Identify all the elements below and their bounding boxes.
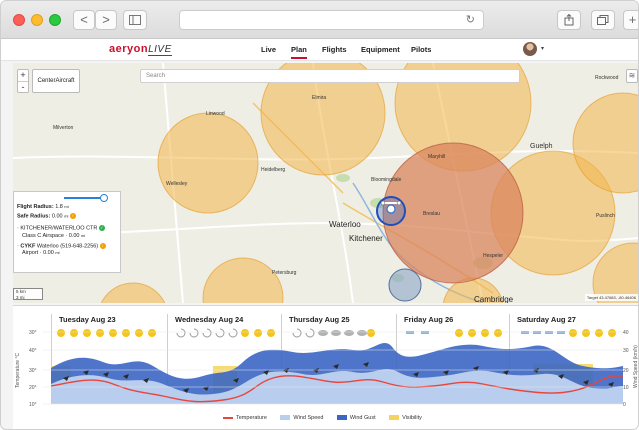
nav-equipment[interactable]: Equipment	[361, 45, 400, 54]
legend-item[interactable]: Wind Gust	[336, 415, 376, 421]
legend-item[interactable]: Temperature	[223, 415, 267, 421]
new-tab-button[interactable]: +	[623, 10, 638, 30]
zoom-control: + -	[17, 69, 29, 93]
legend-item[interactable]: Wind Speed	[280, 415, 323, 421]
map-label-milverton: Milverton	[53, 125, 74, 131]
map-label-kitchener: Kitchener	[349, 234, 383, 243]
legend-wind-gust: Wind Gust	[349, 415, 376, 421]
address-bar[interactable]: ↻	[179, 10, 484, 30]
share-icon	[564, 13, 574, 26]
map-label-waterloo: Waterloo	[329, 220, 361, 229]
airspace2-name: Waterloo (519-648-2256)	[36, 243, 99, 250]
safe-radius-label: Safe Radius:	[17, 213, 51, 220]
weather-forecast-panel: Tuesday Aug 23 Wednesday Aug 24 Thursday…	[13, 305, 638, 429]
check-icon: ✓	[98, 225, 105, 232]
nav-plan[interactable]: Plan	[291, 45, 307, 59]
flight-radius-slider-handle[interactable]	[100, 194, 108, 202]
app-navbar: aeryonLIVE Live Plan Flights Equipment P…	[1, 39, 638, 61]
browser-titlebar: < > ↻ +	[1, 1, 638, 39]
map-label-rockwood: Rockwood	[595, 75, 619, 81]
nav-pilots[interactable]: Pilots	[411, 45, 431, 54]
scale-mi: 3 mi	[16, 294, 25, 300]
airspace2-code: CYKF	[20, 243, 36, 250]
tabs-icon	[597, 15, 609, 25]
flight-radius-value: 1.8	[55, 204, 63, 210]
map-label-hespeler: Hespeler	[483, 253, 504, 259]
map-search-input[interactable]: Search	[140, 69, 520, 83]
back-button[interactable]: <	[73, 10, 95, 30]
chevron-left-icon: <	[80, 12, 88, 27]
sidebar-icon	[129, 15, 141, 25]
airspace1-name: KITCHENER/WATERLOO CTR	[20, 225, 98, 232]
map-label-elmira: Elmira	[312, 95, 327, 101]
layers-icon[interactable]: ≋	[626, 69, 638, 83]
target-coordinates: Target 43.47683, -80.46406	[584, 294, 638, 301]
map-view[interactable]: + - CenterAircraft Search ≋ Elmira Guelp…	[13, 63, 638, 303]
legend-temperature: Temperature	[236, 415, 267, 421]
sidebar-toggle-button[interactable]	[123, 10, 147, 30]
logo-text: aeryon	[109, 43, 149, 55]
nav-flights[interactable]: Flights	[322, 45, 347, 54]
plus-icon: +	[628, 12, 637, 27]
chevron-down-icon[interactable]: ▾	[541, 45, 544, 52]
warning-icon: !	[69, 213, 76, 219]
safe-radius-unit: mi	[64, 213, 69, 219]
map-label-petersburg: Petersburg	[272, 270, 297, 276]
aeryon-logo[interactable]: aeryonLIVE	[109, 43, 172, 56]
nav-live[interactable]: Live	[261, 45, 276, 54]
airspace1-unit: mi	[81, 232, 86, 238]
safe-radius-value: 0.00	[51, 213, 63, 220]
chart-legend: Temperature Wind Speed Wind Gust Visibil…	[223, 415, 434, 421]
map-label-bloomingdale: Bloomingdale	[371, 177, 402, 183]
legend-visibility: Visibility	[402, 415, 422, 421]
airspace1-detail: Class C Airspace · 0.00	[22, 232, 80, 239]
tabs-button[interactable]	[591, 10, 615, 30]
minimize-window-button[interactable]	[31, 14, 43, 26]
flight-radius-unit: mi	[64, 204, 69, 209]
center-aircraft-button[interactable]: CenterAircraft	[32, 69, 80, 93]
map-label-heidelberg: Heidelberg	[261, 167, 286, 173]
legend-wind-speed: Wind Speed	[293, 415, 324, 421]
zoom-in-button[interactable]: +	[18, 70, 28, 81]
legend-item[interactable]: Visibility	[389, 415, 422, 421]
avatar[interactable]	[523, 42, 537, 56]
map-label-puslinch: Puslinch	[596, 213, 615, 219]
aircraft-icon	[386, 204, 396, 214]
logo-suffix: LIVE	[148, 44, 172, 56]
airspace2-unit: mi	[55, 250, 60, 256]
airspace2-detail: Airport · 0.00	[22, 250, 54, 257]
forecast-chart	[43, 328, 624, 405]
chevron-right-icon: >	[102, 12, 110, 27]
map-label-linwood: Linwood	[206, 111, 225, 117]
zoom-out-button[interactable]: -	[18, 81, 28, 93]
warning-icon: !	[99, 242, 106, 249]
map-label-maryhill: Maryhill	[428, 154, 446, 160]
map-label-wellesley: Wellesley	[166, 181, 188, 187]
zoom-window-button[interactable]	[49, 14, 61, 26]
map-label-breslau: Breslau	[423, 211, 440, 217]
flight-info-panel: Flight Radius: 1.8 mi Safe Radius: 0.00 …	[13, 191, 121, 273]
flight-radius-slider-track[interactable]	[64, 197, 104, 199]
map-label-guelph: Guelph	[530, 143, 553, 150]
forward-button[interactable]: >	[95, 10, 117, 30]
map-scale: 5 km 3 mi	[13, 288, 43, 300]
share-button[interactable]	[557, 10, 581, 30]
flight-radius-label: Flight Radius:	[17, 204, 54, 210]
browser-window: < > ↻ + aeryonLIVE Live Plan Flights Equ…	[0, 0, 639, 430]
close-window-button[interactable]	[13, 14, 25, 26]
reload-icon[interactable]: ↻	[466, 13, 475, 26]
map-label-cambridge: Cambridge	[474, 295, 514, 303]
airport-circle	[388, 268, 422, 302]
weather-icons-row	[57, 328, 616, 338]
